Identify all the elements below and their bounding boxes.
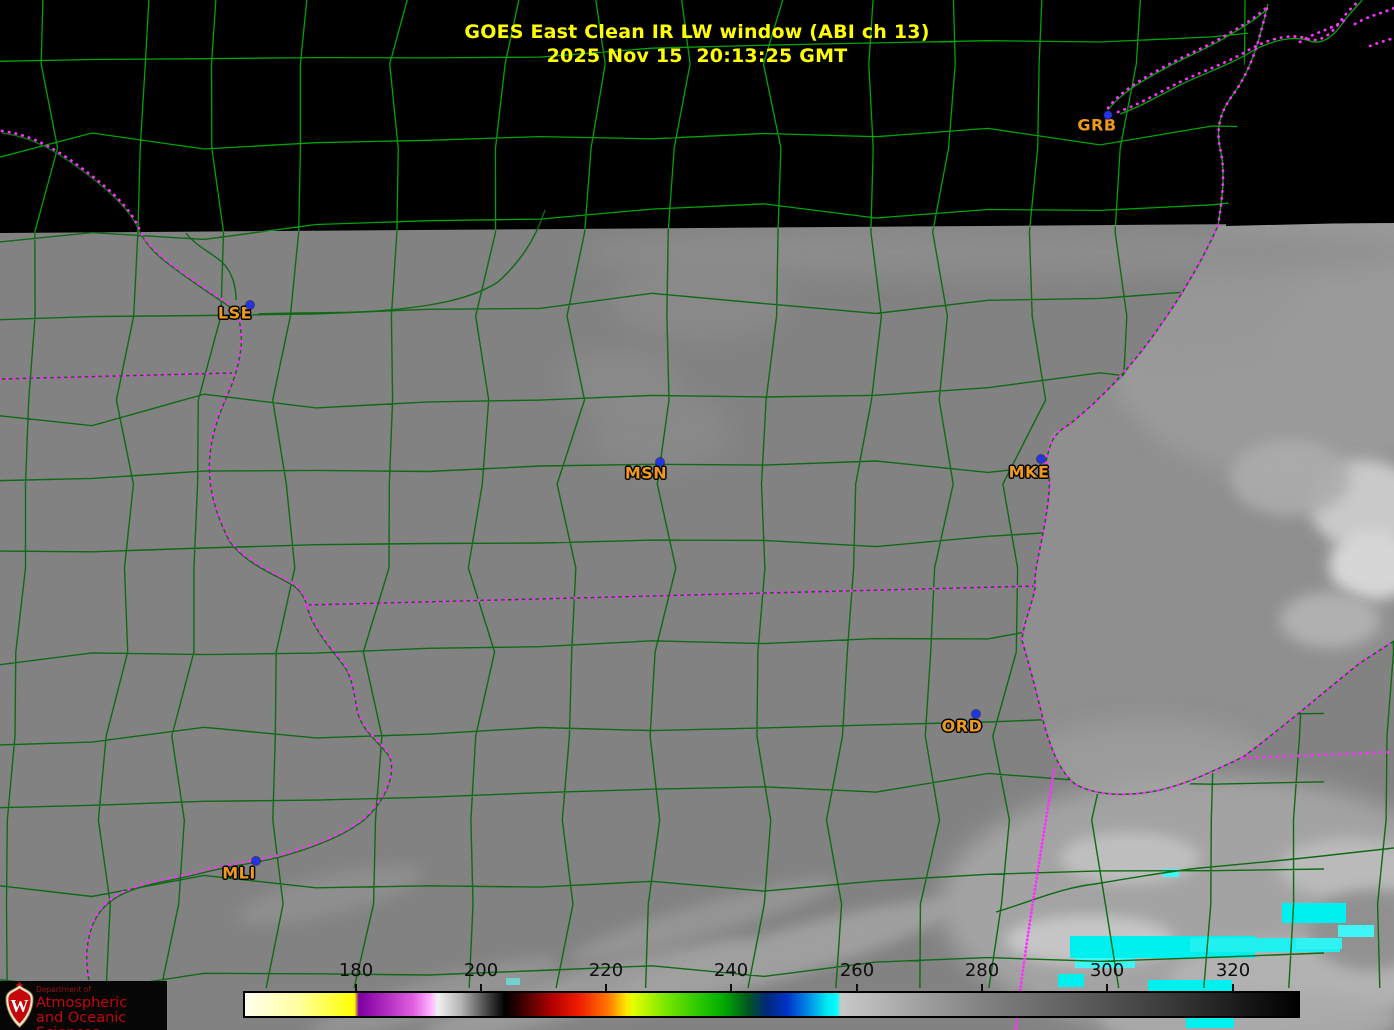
logo-dept-line: Department of	[36, 986, 167, 994]
colorbar-tick-mark	[856, 984, 858, 991]
station-dot-GRB	[1104, 111, 1112, 119]
colorbar-tick-label: 300	[1090, 960, 1124, 981]
logo-line1: Atmospheric	[36, 996, 167, 1011]
logo-text: Department of Atmospheric and Oceanic Sc…	[36, 986, 167, 1030]
station-label-ORD: ORD	[942, 717, 983, 736]
temperature-colorbar	[243, 991, 1300, 1018]
colorbar-tick-mark	[981, 984, 983, 991]
colorbar-tick-label: 260	[840, 960, 874, 981]
crest-letter: W	[10, 996, 28, 1016]
colorbar-tick-label: 240	[714, 960, 748, 981]
colorbar-tick-label: 200	[464, 960, 498, 981]
uw-crest-icon: W	[3, 982, 36, 1029]
station-dot-LSE	[246, 301, 254, 309]
colorbar-tick-mark	[1232, 984, 1234, 991]
colorbar-tick-label: 180	[339, 960, 373, 981]
station-dot-MKE	[1037, 455, 1045, 463]
logo-line2: and Oceanic Sciences	[36, 1011, 167, 1030]
colorbar-tick-mark	[605, 984, 607, 991]
colorbar-tick-label: 220	[589, 960, 623, 981]
colorbar-tick-mark	[1106, 984, 1108, 991]
station-dot-ORD	[972, 710, 980, 718]
image-timestamp: 2025 Nov 15 20:13:25 GMT	[0, 45, 1394, 67]
colorbar-tick-label: 320	[1216, 960, 1250, 981]
colorbar-tick-mark	[730, 984, 732, 991]
colorbar-tick-label: 280	[965, 960, 999, 981]
satellite-map	[0, 0, 1394, 1030]
station-label-GRB: GRB	[1077, 116, 1116, 135]
station-label-MLI: MLI	[222, 864, 256, 883]
station-dot-MSN	[656, 458, 664, 466]
image-title: GOES East Clean IR LW window (ABI ch 13)	[0, 21, 1394, 43]
goes-satellite-viewer: GOES East Clean IR LW window (ABI ch 13)…	[0, 0, 1394, 1030]
station-label-MKE: MKE	[1009, 463, 1050, 482]
station-dot-MLI	[252, 857, 260, 865]
colorbar-tick-mark	[355, 984, 357, 991]
uw-aos-logo: W Department of Atmospheric and Oceanic …	[0, 981, 167, 1030]
station-label-MSN: MSN	[625, 464, 667, 483]
colorbar-tick-mark	[480, 984, 482, 991]
